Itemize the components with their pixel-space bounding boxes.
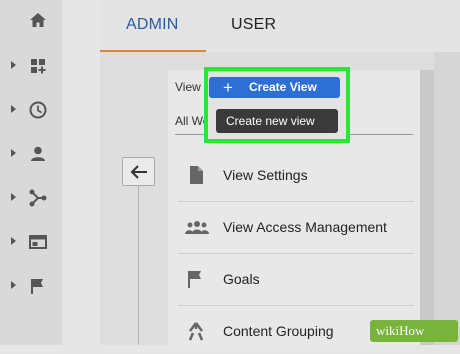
tooltip-text: Create new view [226,114,315,128]
sidebar-item-acquisition[interactable] [0,184,62,212]
menu-item-goals[interactable]: Goals [178,256,414,302]
view-label: View [175,80,201,94]
dashboard-icon [28,56,48,76]
people-icon [184,217,209,237]
flag-icon [184,269,208,289]
menu-item-label: View Settings [223,167,308,183]
fork-icon [28,188,48,208]
column-scrollbar[interactable] [420,70,434,345]
arrow-left-icon [130,165,147,179]
wikihow-watermark: wikiHow [370,320,458,342]
expand-caret-icon[interactable] [11,193,16,201]
divider [178,253,414,254]
clock-icon [28,100,48,120]
home-icon [28,10,48,30]
sidebar-item-realtime[interactable] [0,96,62,124]
person-run-icon [184,321,208,341]
divider [178,201,414,202]
divider [178,305,414,306]
expand-caret-icon[interactable] [11,61,16,69]
sidebar-item-behavior[interactable] [0,228,62,256]
back-button[interactable] [122,157,155,186]
create-view-label: Create View [249,80,317,94]
expand-caret-icon[interactable] [11,237,16,245]
sidebar-item-home[interactable] [0,6,62,34]
expand-caret-icon[interactable] [11,149,16,157]
tab-user[interactable]: USER [231,16,276,34]
plus-icon: + [223,78,233,97]
document-icon [184,165,208,185]
menu-item-label: Content Grouping [223,323,334,339]
person-icon [28,144,48,164]
left-sidebar [0,0,62,345]
expand-caret-icon[interactable] [11,281,16,289]
expand-caret-icon[interactable] [11,105,16,113]
tooltip: Create new view [216,109,338,133]
window-icon [28,232,48,252]
create-view-button[interactable]: + Create View [209,77,340,98]
menu-item-view-access-management[interactable]: View Access Management [178,204,414,250]
right-gutter [434,52,460,345]
menu-item-label: Goals [223,271,260,287]
sidebar-item-conversions[interactable] [0,272,62,300]
tab-admin[interactable]: ADMIN [126,16,179,34]
top-tabs: ADMIN USER [100,0,460,52]
flag-icon [28,276,48,296]
menu-item-label: View Access Management [223,219,387,235]
sidebar-item-audience[interactable] [0,140,62,168]
menu-item-view-settings[interactable]: View Settings [178,152,414,198]
column-divider [138,184,139,345]
watermark-text: wikiHow [376,323,425,338]
sidebar-item-customization[interactable] [0,52,62,80]
